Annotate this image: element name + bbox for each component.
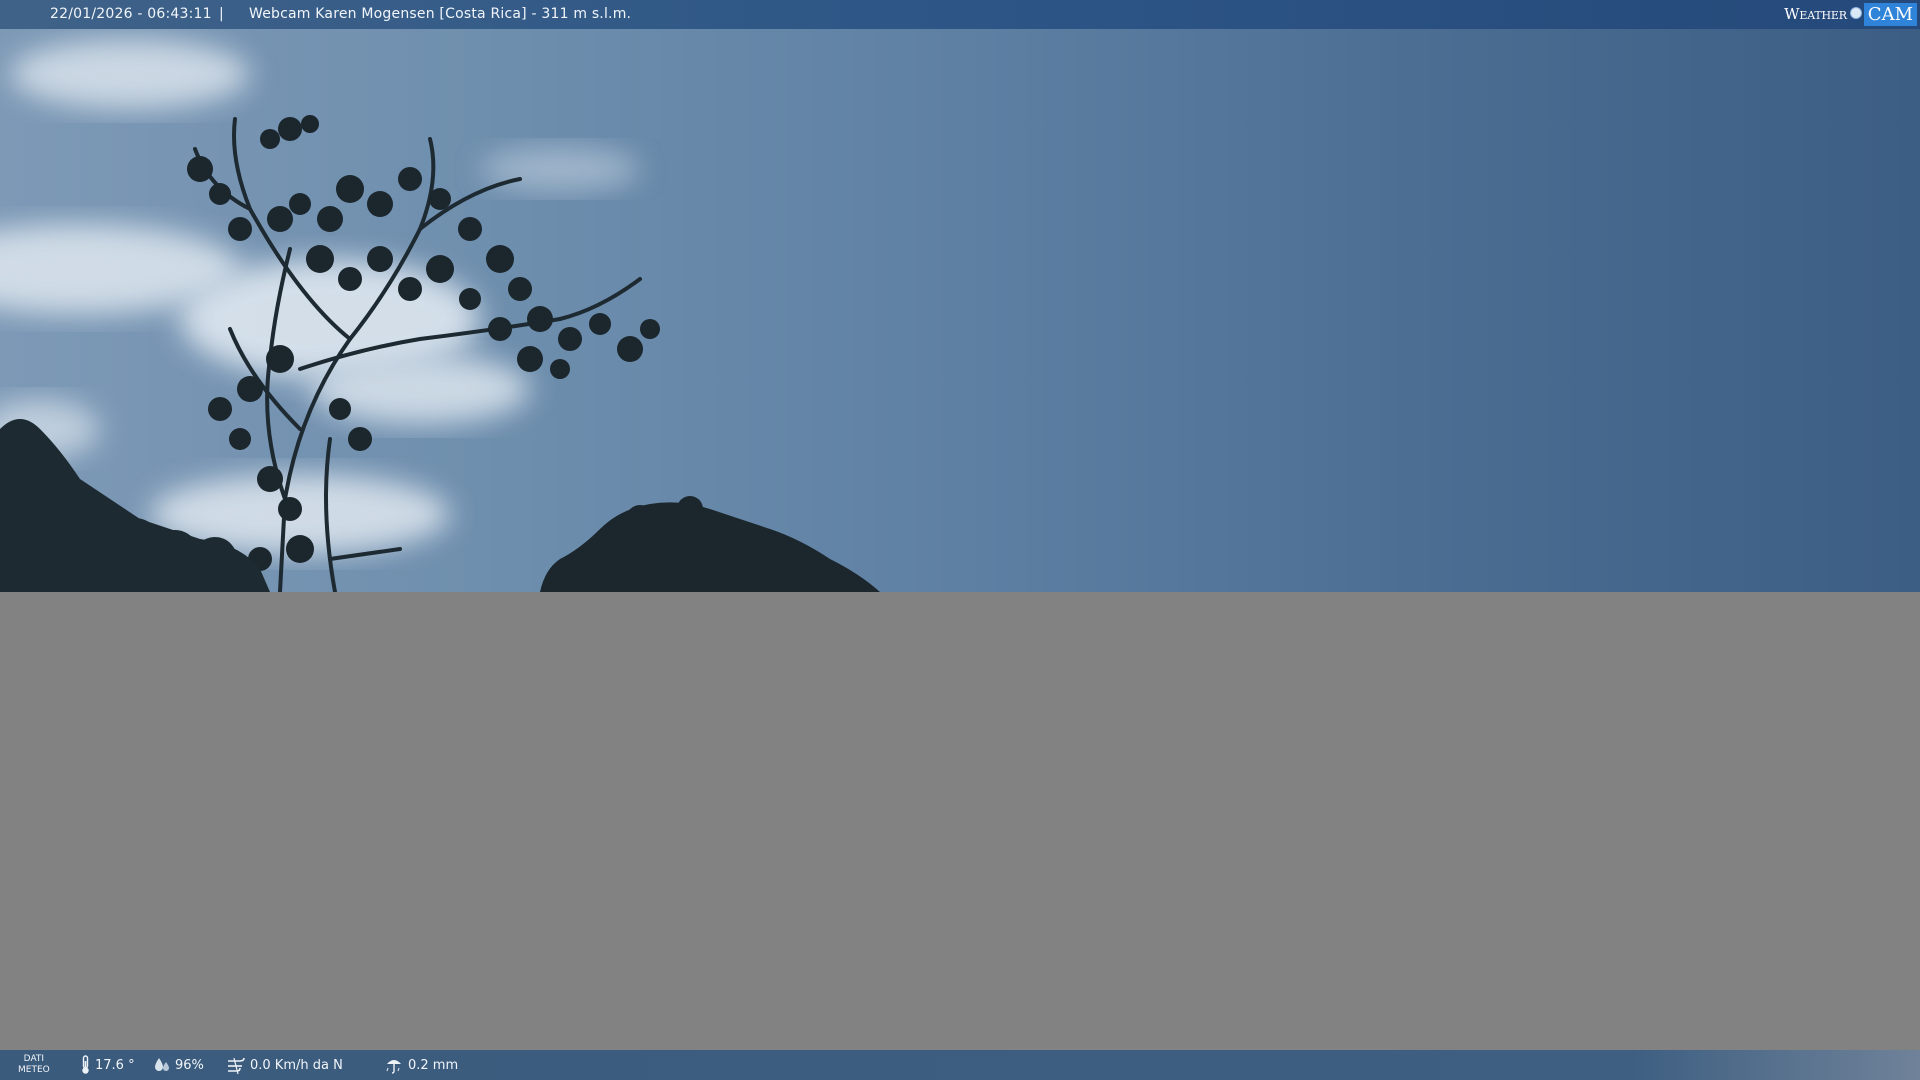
wind-value: 0.0 Km/h da N: [250, 1057, 343, 1073]
timestamp: 22/01/2026 - 06:43:11: [50, 6, 212, 22]
rain-readout: 0.2 mm: [384, 1050, 458, 1080]
dati-line1: DATI: [23, 1054, 45, 1064]
logo-dot-icon: [1849, 6, 1862, 19]
logo-weather-text: Weather: [1784, 5, 1847, 23]
logo-cam-text: CAM: [1863, 3, 1917, 26]
clouds: [0, 39, 640, 554]
temperature-readout: 17.6 °: [80, 1050, 135, 1080]
missing-image-area: [0, 592, 1920, 1050]
humidity-drops-icon: [155, 1058, 169, 1071]
webcam-frame: 22/01/2026 - 06:43:11 | Webcam Karen Mog…: [0, 0, 1920, 1080]
header-bar: 22/01/2026 - 06:43:11 | Webcam Karen Mog…: [0, 0, 1920, 29]
wind-icon: [228, 1057, 245, 1075]
rain-value: 0.2 mm: [408, 1057, 459, 1073]
webcam-image: [0, 29, 1920, 592]
camera-title: Webcam Karen Mogensen [Costa Rica] - 311…: [249, 6, 632, 22]
sky-scene: [0, 39, 880, 592]
dati-meteo-label: DATI METEO: [18, 1054, 50, 1076]
weathercam-logo: Weather CAM: [1784, 2, 1917, 27]
temperature-value: 17.6 °: [95, 1057, 135, 1073]
right-tree-crown: [540, 496, 880, 592]
humidity-readout: 96%: [153, 1050, 204, 1080]
wind-readout: 0.0 Km/h da N: [226, 1050, 343, 1080]
dati-line2: METEO: [18, 1065, 50, 1075]
thermometer-icon: [82, 1055, 89, 1074]
header-separator: |: [219, 6, 224, 22]
weather-data-bar: DATI METEO 17.6 ° 96% 0.0 Km/h da N 0.2 …: [0, 1050, 1920, 1080]
rain-icon: [386, 1060, 401, 1074]
humidity-value: 96%: [175, 1057, 204, 1073]
